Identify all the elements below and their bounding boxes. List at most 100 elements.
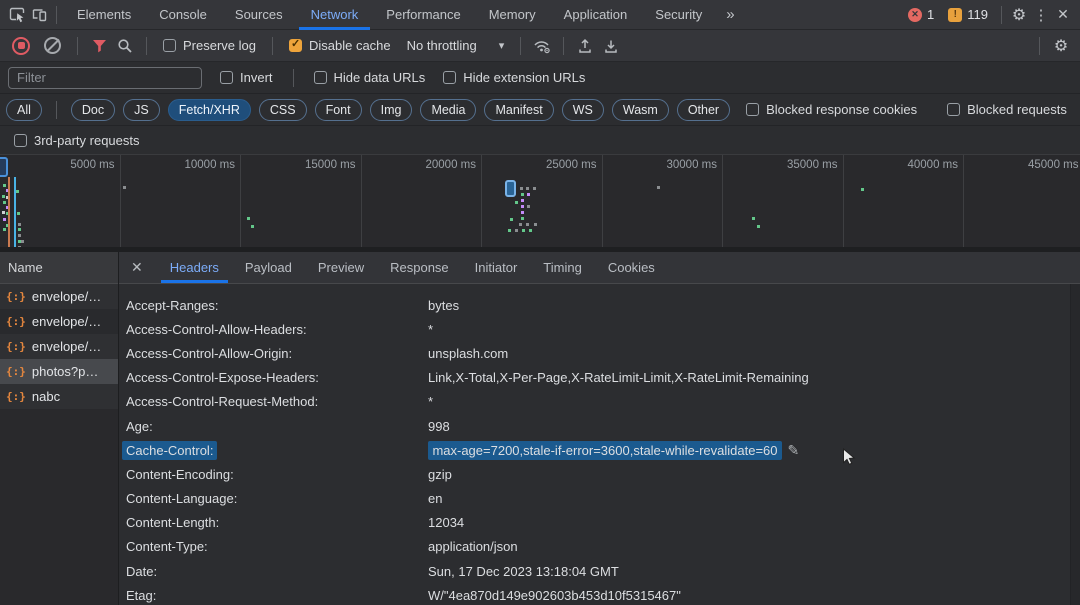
checkbox[interactable] [14,134,27,147]
filter-funnel-icon[interactable] [88,35,110,57]
header-key[interactable]: Date: [126,564,428,579]
filter-chip-ws[interactable]: WS [562,99,604,121]
request-row-nabc[interactable]: {:}nabc [0,384,118,409]
detail-tab-cookies[interactable]: Cookies [595,252,668,283]
overview-dot [16,190,19,193]
filter-chip-wasm[interactable]: Wasm [612,99,669,121]
header-key[interactable]: Access-Control-Expose-Headers: [126,370,428,385]
header-value[interactable]: bytes [428,298,459,313]
more-tabs-icon[interactable]: » [716,6,744,23]
filter-input[interactable] [8,67,202,89]
header-key[interactable]: Access-Control-Allow-Headers: [126,322,428,337]
header-value[interactable]: * [428,322,433,337]
close-details-icon[interactable]: ✕ [131,259,143,276]
blocked-response-cookies-checkbox[interactable]: Blocked response cookies [746,102,917,117]
checkbox[interactable] [746,103,759,116]
detail-tab-preview[interactable]: Preview [305,252,377,283]
filter-chip-css[interactable]: CSS [259,99,307,121]
filter-chip-doc[interactable]: Doc [71,99,115,121]
third-party-requests-checkbox[interactable]: 3rd-party requests [14,133,140,148]
detail-tab-initiator[interactable]: Initiator [462,252,531,283]
header-key[interactable]: Content-Language: [126,491,428,506]
checkbox[interactable] [289,39,302,52]
search-icon[interactable] [114,35,136,57]
header-key[interactable]: Content-Type: [126,539,428,554]
header-value[interactable]: gzip [428,467,452,482]
filter-chip-js[interactable]: JS [123,99,160,121]
header-key[interactable]: Cache-Control: [122,441,217,460]
checkbox[interactable] [443,71,456,84]
filter-chip-other[interactable]: Other [677,99,730,121]
settings-gear-icon[interactable]: ⚙ [1008,4,1030,26]
import-har-icon[interactable] [574,35,596,57]
close-devtools-icon[interactable]: ✕ [1052,4,1074,26]
hide-extension-urls-checkbox[interactable]: Hide extension URLs [443,70,585,85]
header-key[interactable]: Access-Control-Request-Method: [126,394,428,409]
header-key[interactable]: Age: [126,419,428,434]
clear-network-log-icon[interactable] [44,37,61,54]
blocked-requests-checkbox[interactable]: Blocked requests [947,102,1067,117]
header-value[interactable]: en [428,491,442,506]
header-value[interactable]: application/json [428,539,518,554]
header-value[interactable]: 998 [428,419,450,434]
kebab-menu-icon[interactable]: ⋮ [1030,4,1052,26]
header-key[interactable]: Content-Encoding: [126,467,428,482]
tab-network[interactable]: Network [297,0,373,30]
tab-application[interactable]: Application [550,0,642,30]
disable-cache-checkbox[interactable]: Disable cache [289,38,391,53]
network-conditions-icon[interactable] [531,35,553,57]
network-overview-timeline[interactable]: 5000 ms10000 ms15000 ms20000 ms25000 ms3… [0,155,1080,247]
header-value[interactable]: unsplash.com [428,346,508,361]
record-network-log-button[interactable] [12,37,30,55]
header-value[interactable]: Link,X-Total,X-Per-Page,X-RateLimit-Limi… [428,370,809,385]
request-row-envelope[interactable]: {:}envelope/… [0,309,118,334]
checkbox[interactable] [314,71,327,84]
throttling-select[interactable]: No throttling ▾ [401,38,511,53]
header-key[interactable]: Etag: [126,588,428,603]
header-key[interactable]: Accept-Ranges: [126,298,428,313]
request-row-envelope[interactable]: {:}envelope/… [0,334,118,359]
name-column-header[interactable]: Name [0,252,118,284]
device-toolbar-icon[interactable] [28,4,50,26]
request-row-envelope[interactable]: {:}envelope/… [0,284,118,309]
filter-chip-img[interactable]: Img [370,99,413,121]
preserve-log-checkbox[interactable]: Preserve log [163,38,256,53]
timeline-section: 15000 ms [241,155,362,247]
scrollbar-track[interactable] [1070,284,1080,605]
filter-chip-media[interactable]: Media [420,99,476,121]
tab-elements[interactable]: Elements [63,0,145,30]
error-badge[interactable]: ✕ 1 [908,7,934,22]
network-settings-gear-icon[interactable]: ⚙ [1050,35,1072,57]
hide-data-urls-checkbox[interactable]: Hide data URLs [314,70,426,85]
invert-checkbox[interactable]: Invert [220,70,273,85]
tab-performance[interactable]: Performance [372,0,474,30]
tab-console[interactable]: Console [145,0,221,30]
detail-tab-headers[interactable]: Headers [157,252,232,283]
tab-memory[interactable]: Memory [475,0,550,30]
warning-badge[interactable]: ! 119 [948,7,988,22]
export-har-icon[interactable] [600,35,622,57]
checkbox[interactable] [947,103,960,116]
header-value[interactable]: * [428,394,433,409]
header-key[interactable]: Access-Control-Allow-Origin: [126,346,428,361]
header-value[interactable]: Sun, 17 Dec 2023 13:18:04 GMT [428,564,619,579]
inspect-element-icon[interactable] [6,4,28,26]
header-value[interactable]: max-age=7200,stale-if-error=3600,stale-w… [428,441,781,460]
request-row-photos-p[interactable]: {:}photos?p… [0,359,118,384]
detail-tab-timing[interactable]: Timing [530,252,595,283]
edit-pencil-icon[interactable]: ✎ [788,442,800,459]
tab-sources[interactable]: Sources [221,0,297,30]
tab-security[interactable]: Security [641,0,716,30]
header-value-wrap: en [428,491,442,506]
header-value[interactable]: 12034 [428,515,464,530]
header-value[interactable]: W/"4ea870d149e902603b453d10f5315467" [428,588,681,603]
checkbox[interactable] [163,39,176,52]
detail-tab-response[interactable]: Response [377,252,462,283]
filter-chip-all[interactable]: All [6,99,42,121]
filter-chip-manifest[interactable]: Manifest [484,99,553,121]
header-key[interactable]: Content-Length: [126,515,428,530]
filter-chip-fetch-xhr[interactable]: Fetch/XHR [168,99,251,121]
detail-tab-payload[interactable]: Payload [232,252,305,283]
filter-chip-font[interactable]: Font [315,99,362,121]
checkbox[interactable] [220,71,233,84]
